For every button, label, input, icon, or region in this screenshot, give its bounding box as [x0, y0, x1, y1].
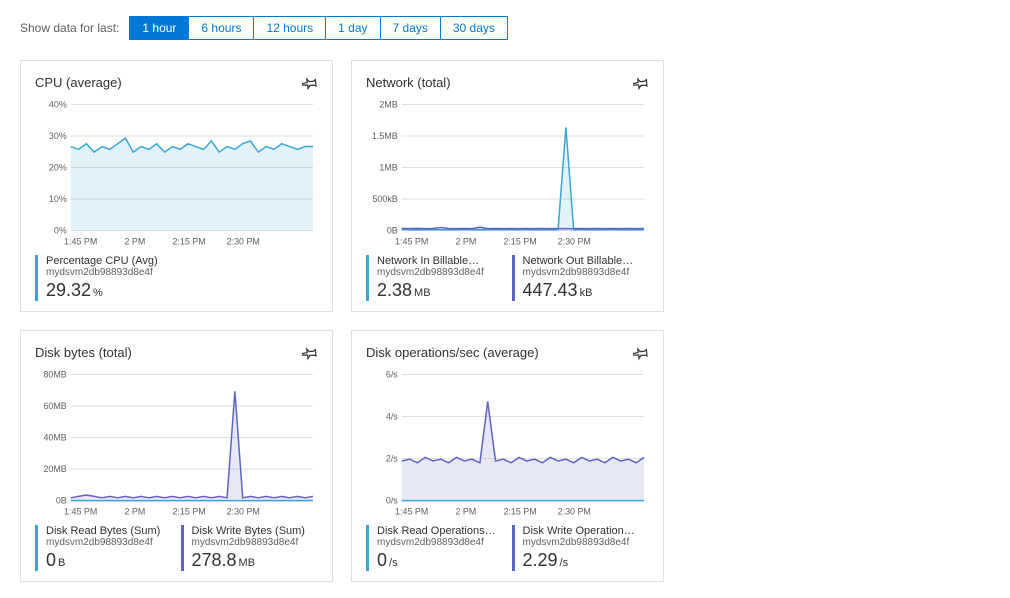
chart-legend: Network In Billable… mydsvm2db98893d8e4f… — [366, 255, 649, 301]
svg-text:1:45 PM: 1:45 PM — [395, 507, 428, 517]
svg-text:2 PM: 2 PM — [455, 507, 476, 517]
legend-resource-name: mydsvm2db98893d8e4f — [46, 537, 173, 548]
legend-item: Percentage CPU (Avg) mydsvm2db98893d8e4f… — [35, 255, 318, 301]
time-tab-7-days[interactable]: 7 days — [381, 16, 441, 40]
svg-text:2:15 PM: 2:15 PM — [503, 237, 536, 247]
card-title: Network (total) — [366, 75, 451, 90]
svg-text:0/s: 0/s — [386, 496, 398, 506]
legend-item: Disk Read Bytes (Sum) mydsvm2db98893d8e4… — [35, 525, 173, 571]
time-range-tabs: 1 hour6 hours12 hours1 day7 days30 days — [129, 16, 508, 40]
svg-text:0B: 0B — [387, 226, 398, 236]
svg-text:2 PM: 2 PM — [124, 237, 145, 247]
svg-text:4/s: 4/s — [386, 412, 398, 422]
svg-text:1:45 PM: 1:45 PM — [64, 237, 97, 247]
legend-value: 0/s — [377, 550, 504, 571]
svg-text:2:30 PM: 2:30 PM — [558, 237, 591, 247]
legend-item: Network Out Billable… mydsvm2db98893d8e4… — [512, 255, 650, 301]
chart-legend: Disk Read Operations… mydsvm2db98893d8e4… — [366, 525, 649, 571]
svg-text:2:15 PM: 2:15 PM — [172, 237, 205, 247]
legend-series-name: Disk Write Bytes (Sum) — [192, 525, 319, 537]
legend-item: Disk Write Bytes (Sum) mydsvm2db98893d8e… — [181, 525, 319, 571]
pin-icon[interactable] — [633, 75, 649, 91]
svg-text:2:15 PM: 2:15 PM — [172, 507, 205, 517]
chart-plot[interactable]: 0B 20MB 40MB 60MB 80MB 1:45 PM 2 PM 2:15 PM 2:30… — [35, 369, 318, 519]
svg-text:2/s: 2/s — [386, 454, 398, 464]
svg-text:40MB: 40MB — [43, 433, 66, 443]
metrics-card-grid: CPU (average) 0% 10% 20% 30% 40% 1:45 PM 2 PM 2… — [20, 60, 990, 582]
card-title: Disk operations/sec (average) — [366, 345, 539, 360]
svg-text:30%: 30% — [49, 131, 67, 141]
card-title: Disk bytes (total) — [35, 345, 132, 360]
chart-legend: Disk Read Bytes (Sum) mydsvm2db98893d8e4… — [35, 525, 318, 571]
svg-text:2:30 PM: 2:30 PM — [227, 507, 260, 517]
svg-text:40%: 40% — [49, 99, 67, 109]
metric-card: Network (total) 0B 500kB 1MB 1.5MB 2MB 1:45 P… — [351, 60, 664, 312]
legend-resource-name: mydsvm2db98893d8e4f — [377, 537, 504, 548]
svg-text:1:45 PM: 1:45 PM — [395, 237, 428, 247]
pin-icon[interactable] — [302, 75, 318, 91]
card-title: CPU (average) — [35, 75, 122, 90]
time-tab-12-hours[interactable]: 12 hours — [254, 16, 326, 40]
chart-plot[interactable]: 0B 500kB 1MB 1.5MB 2MB 1:45 PM 2 PM 2:15 PM 2:30… — [366, 99, 649, 249]
svg-text:60MB: 60MB — [43, 401, 66, 411]
svg-text:0B: 0B — [56, 496, 67, 506]
legend-series-name: Disk Read Bytes (Sum) — [46, 525, 173, 537]
legend-resource-name: mydsvm2db98893d8e4f — [377, 267, 504, 278]
svg-text:1.5MB: 1.5MB — [372, 131, 398, 141]
svg-text:2 PM: 2 PM — [455, 237, 476, 247]
svg-text:2:15 PM: 2:15 PM — [503, 507, 536, 517]
svg-text:6/s: 6/s — [386, 369, 398, 379]
chart-plot[interactable]: 0/s 2/s 4/s 6/s 1:45 PM 2 PM 2:15 PM 2:30 PM — [366, 369, 649, 519]
svg-text:2MB: 2MB — [379, 99, 397, 109]
legend-resource-name: mydsvm2db98893d8e4f — [523, 267, 650, 278]
svg-text:2:30 PM: 2:30 PM — [558, 507, 591, 517]
legend-series-name: Disk Read Operations… — [377, 525, 504, 537]
time-tab-6-hours[interactable]: 6 hours — [189, 16, 254, 40]
legend-item: Network In Billable… mydsvm2db98893d8e4f… — [366, 255, 504, 301]
svg-text:2 PM: 2 PM — [124, 507, 145, 517]
metric-card: Disk bytes (total) 0B 20MB 40MB 60MB 80MB 1:4… — [20, 330, 333, 582]
legend-resource-name: mydsvm2db98893d8e4f — [523, 537, 650, 548]
svg-text:20%: 20% — [49, 163, 67, 173]
legend-resource-name: mydsvm2db98893d8e4f — [192, 537, 319, 548]
legend-value: 2.29/s — [523, 550, 650, 571]
legend-value: 278.8MB — [192, 550, 319, 571]
svg-text:80MB: 80MB — [43, 369, 66, 379]
time-range-selector: Show data for last: 1 hour6 hours12 hour… — [20, 16, 990, 40]
svg-text:1:45 PM: 1:45 PM — [64, 507, 97, 517]
svg-text:1MB: 1MB — [379, 163, 397, 173]
pin-icon[interactable] — [302, 345, 318, 361]
legend-series-name: Disk Write Operation… — [523, 525, 650, 537]
legend-value: 0B — [46, 550, 173, 571]
legend-series-name: Network In Billable… — [377, 255, 504, 267]
time-tab-30-days[interactable]: 30 days — [441, 16, 508, 40]
svg-text:500kB: 500kB — [372, 194, 397, 204]
time-range-label: Show data for last: — [20, 21, 119, 35]
legend-series-name: Percentage CPU (Avg) — [46, 255, 318, 267]
pin-icon[interactable] — [633, 345, 649, 361]
time-tab-1-day[interactable]: 1 day — [326, 16, 380, 40]
legend-series-name: Network Out Billable… — [523, 255, 650, 267]
legend-value: 2.38MB — [377, 280, 504, 301]
time-tab-1-hour[interactable]: 1 hour — [129, 16, 189, 40]
svg-text:10%: 10% — [49, 194, 67, 204]
svg-text:0%: 0% — [54, 226, 67, 236]
chart-legend: Percentage CPU (Avg) mydsvm2db98893d8e4f… — [35, 255, 318, 301]
metric-card: CPU (average) 0% 10% 20% 30% 40% 1:45 PM 2 PM 2… — [20, 60, 333, 312]
chart-plot[interactable]: 0% 10% 20% 30% 40% 1:45 PM 2 PM 2:15 PM 2:30 PM — [35, 99, 318, 249]
metric-card: Disk operations/sec (average) 0/s 2/s 4/s 6… — [351, 330, 664, 582]
legend-value: 29.32% — [46, 280, 318, 301]
svg-text:2:30 PM: 2:30 PM — [227, 237, 260, 247]
legend-item: Disk Read Operations… mydsvm2db98893d8e4… — [366, 525, 504, 571]
legend-item: Disk Write Operation… mydsvm2db98893d8e4… — [512, 525, 650, 571]
legend-resource-name: mydsvm2db98893d8e4f — [46, 267, 318, 278]
legend-value: 447.43kB — [523, 280, 650, 301]
svg-text:20MB: 20MB — [43, 464, 66, 474]
